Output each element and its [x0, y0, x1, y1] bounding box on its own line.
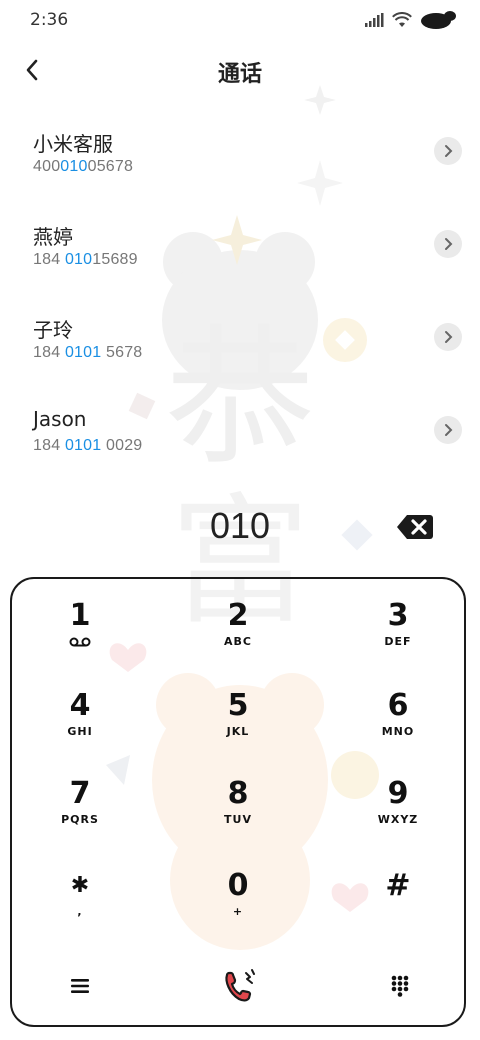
phone-call-icon [225, 969, 255, 1002]
chevron-right-icon [445, 331, 453, 343]
contact-detail-button[interactable] [434, 230, 462, 258]
number-match: 0101 [64, 437, 102, 454]
signal-icon [365, 13, 384, 27]
key-letters: DEF [384, 635, 412, 648]
chevron-right-icon [445, 145, 453, 157]
key-8[interactable]: 8 TUV [178, 767, 298, 847]
number-suffix: 05678 [87, 158, 134, 175]
key-letters: JKL [226, 725, 250, 738]
key-4[interactable]: 4 GHI [20, 679, 140, 759]
key-star[interactable]: ✱ , [20, 859, 140, 939]
menu-button[interactable] [50, 961, 110, 1011]
number-suffix: 0029 [101, 437, 143, 454]
key-digit: 1 [69, 598, 91, 633]
key-letters: PQRS [61, 813, 99, 826]
key-letters: ABC [224, 635, 252, 648]
key-digit: 6 [387, 688, 409, 723]
contact-detail-button[interactable] [434, 416, 462, 444]
contact-row[interactable]: 子玲 184 0101 5678 [0, 296, 480, 389]
key-digit: 8 [227, 776, 249, 811]
number-suffix: 15689 [92, 251, 138, 268]
dialpad-icon [391, 975, 409, 997]
status-icons [364, 10, 458, 30]
number-prefix: 184 [33, 344, 65, 361]
key-9[interactable]: 9 WXYZ [338, 767, 458, 847]
number-match: 0101 [64, 344, 102, 361]
key-1[interactable]: 1 [20, 589, 140, 669]
key-hash[interactable]: # [338, 859, 458, 939]
wifi-icon [392, 12, 412, 27]
key-3[interactable]: 3 DEF [338, 589, 458, 669]
contact-row[interactable]: 小米客服 40001005678 [0, 110, 480, 203]
keypad: 1 2 ABC 3 DEF 4 GHI 5 JKL 6 MNO 7 PQRS 8… [10, 577, 466, 1027]
contact-detail-button[interactable] [434, 323, 462, 351]
status-time: 2:36 [30, 10, 69, 30]
backspace-icon [397, 515, 433, 539]
contact-number: 40001005678 [33, 158, 133, 176]
contact-number: 184 01015689 [33, 251, 138, 269]
contact-row[interactable]: 燕婷 184 01015689 [0, 203, 480, 296]
key-6[interactable]: 6 MNO [338, 679, 458, 759]
key-digit: 0 [227, 868, 249, 903]
key-digit: 7 [69, 776, 91, 811]
key-letters: , [77, 905, 83, 918]
contact-name: 子玲 [33, 318, 73, 342]
number-prefix: 400 [33, 158, 61, 175]
key-letters: TUV [224, 813, 252, 826]
key-letters: MNO [381, 725, 415, 738]
contact-detail-button[interactable] [434, 137, 462, 165]
number-match: 010 [60, 158, 88, 175]
key-2[interactable]: 2 ABC [178, 589, 298, 669]
number-prefix: 184 [33, 437, 65, 454]
contact-number: 184 0101 5678 [33, 344, 142, 362]
number-prefix: 184 [33, 251, 65, 268]
contact-row[interactable]: Jason 184 0101 0029 [0, 389, 480, 482]
contact-name: Jason [33, 407, 87, 431]
dial-input: 010 [0, 505, 480, 555]
contact-number: 184 0101 0029 [33, 437, 142, 455]
call-button[interactable] [210, 961, 270, 1011]
battery-icon [421, 11, 456, 29]
contact-name: 燕婷 [33, 225, 73, 249]
key-letters: WXYZ [377, 813, 419, 826]
contact-name: 小米客服 [33, 132, 113, 156]
backspace-button[interactable] [396, 513, 434, 541]
key-digit: 4 [69, 688, 91, 723]
key-5[interactable]: 5 JKL [178, 679, 298, 759]
menu-icon [71, 979, 89, 993]
key-digit: 2 [227, 598, 249, 633]
page-title: 通话 [217, 62, 262, 87]
key-digit: # [385, 868, 411, 903]
key-letters: GHI [67, 725, 93, 738]
contact-list: 小米客服 40001005678 燕婷 184 01015689 子玲 184 … [0, 110, 480, 482]
key-digit: ✱ [70, 873, 90, 898]
number-suffix: 5678 [101, 344, 143, 361]
voicemail-icon [69, 637, 91, 647]
key-letters: + [232, 905, 244, 918]
header: 通话 [0, 48, 480, 92]
key-digit: 9 [387, 776, 409, 811]
key-digit: 3 [387, 598, 409, 633]
dialpad-toggle-button[interactable] [370, 961, 430, 1011]
key-7[interactable]: 7 PQRS [20, 767, 140, 847]
key-0[interactable]: 0 + [178, 859, 298, 939]
chevron-right-icon [445, 238, 453, 250]
chevron-right-icon [445, 424, 453, 436]
status-bar: 2:36 [0, 0, 480, 40]
number-match: 010 [64, 251, 93, 268]
key-digit: 5 [227, 688, 249, 723]
